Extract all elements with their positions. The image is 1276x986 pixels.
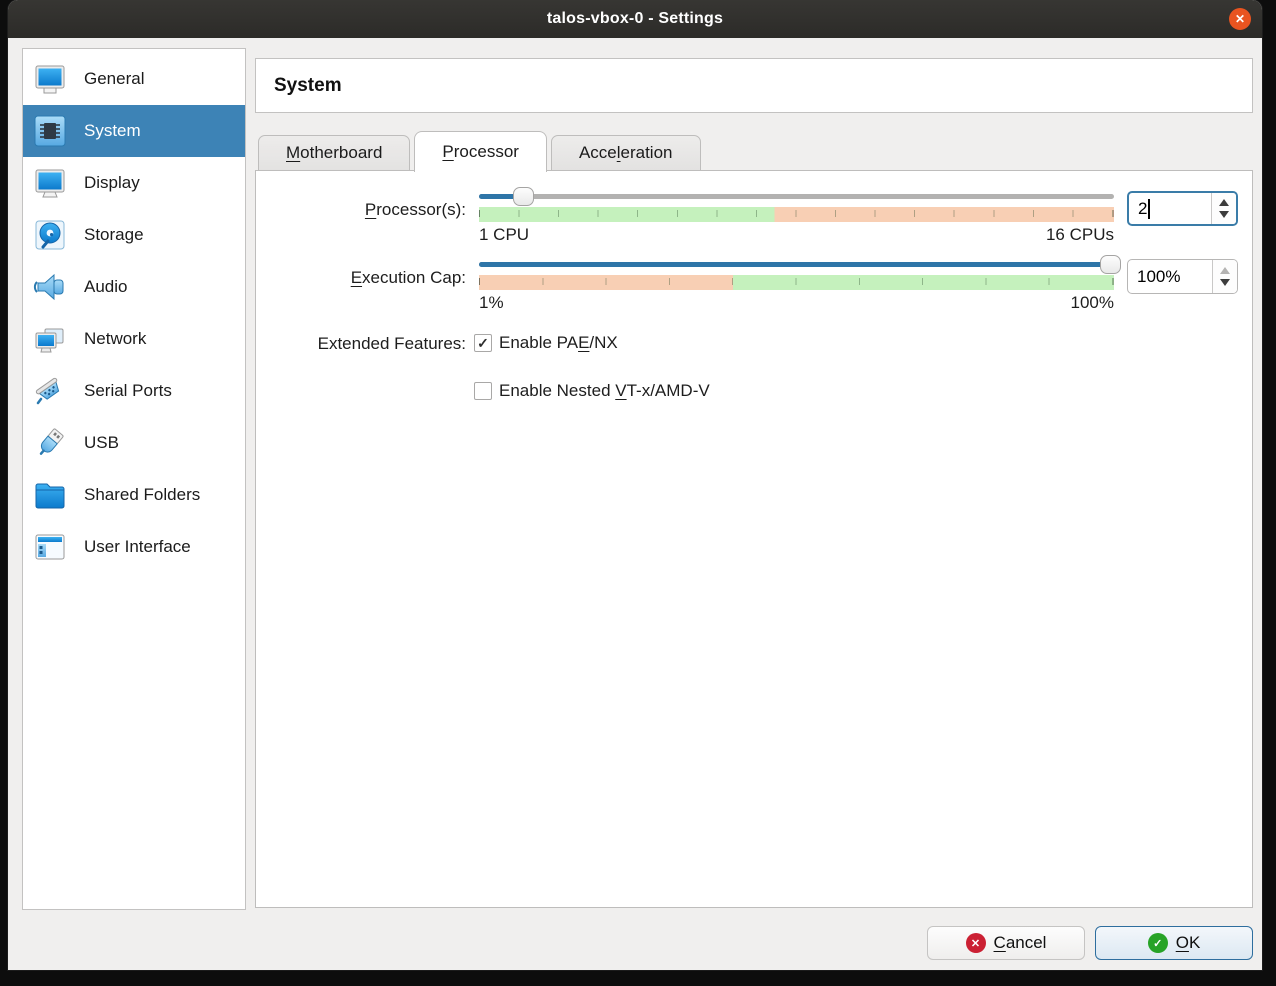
tab-acceleration[interactable]: Acceleration (551, 135, 701, 171)
usb-icon (31, 424, 69, 462)
execution-cap-max-label: 100% (1071, 293, 1114, 313)
execution-cap-minmax: 1% 100% (479, 293, 1114, 313)
cancel-button[interactable]: ✕ Cancel (927, 926, 1085, 960)
processors-label: Processor(s): (256, 200, 466, 220)
system-icon (31, 112, 69, 150)
execution-cap-spinbox-buttons (1212, 260, 1237, 293)
tab-motherboard[interactable]: Motherboard (258, 135, 410, 171)
sidebar-item-label: Shared Folders (84, 485, 200, 505)
tab-processor[interactable]: Processor (414, 131, 547, 172)
sidebar-item-label: System (84, 121, 141, 141)
sidebar-item-usb[interactable]: USB (23, 417, 245, 469)
settings-window: talos-vbox-0 - Settings ✕ General System (8, 0, 1262, 970)
processors-min-label: 1 CPU (479, 225, 529, 245)
page-title-box: System (255, 58, 1253, 113)
enable-nested-vtx-label: Enable Nested VT-x/AMD-V (499, 381, 710, 401)
sidebar-item-label: General (84, 69, 144, 89)
display-icon (31, 164, 69, 202)
processors-gauge-ticks (479, 210, 1114, 217)
user-interface-icon (31, 528, 69, 566)
spin-down-icon[interactable] (1220, 279, 1230, 286)
serial-ports-icon (31, 372, 69, 410)
processors-spinbox-input[interactable]: 2 (1129, 193, 1211, 224)
sidebar-item-audio[interactable]: Audio (23, 261, 245, 313)
execution-cap-slider-handle[interactable] (1100, 255, 1121, 274)
sidebar-item-label: Network (84, 329, 146, 349)
enable-pae-nx-label: Enable PAE/NX (499, 333, 618, 353)
sidebar-item-general[interactable]: General (23, 53, 245, 105)
audio-icon (31, 268, 69, 306)
sidebar-item-label: Audio (84, 277, 127, 297)
execution-cap-min-label: 1% (479, 293, 504, 313)
spin-up-icon[interactable] (1220, 267, 1230, 274)
sidebar-item-label: USB (84, 433, 119, 453)
window-title: talos-vbox-0 - Settings (547, 10, 723, 28)
titlebar[interactable]: talos-vbox-0 - Settings ✕ (8, 0, 1262, 38)
ok-icon: ✓ (1148, 933, 1168, 953)
processors-gauge (479, 207, 1114, 222)
sidebar-item-shared-folders[interactable]: Shared Folders (23, 469, 245, 521)
general-icon (31, 60, 69, 98)
sidebar-item-label: User Interface (84, 537, 191, 557)
processors-max-label: 16 CPUs (1046, 225, 1114, 245)
settings-category-list: General System Display Storage (22, 48, 246, 910)
execution-cap-spinbox-input[interactable]: 100% (1128, 260, 1212, 293)
sidebar-item-storage[interactable]: Storage (23, 209, 245, 261)
sidebar-item-system[interactable]: System (23, 105, 245, 157)
execution-cap-spinbox[interactable]: 100% (1127, 259, 1238, 294)
execution-cap-label: Execution Cap: (256, 268, 466, 288)
execution-cap-gauge (479, 275, 1114, 290)
text-cursor (1148, 199, 1150, 219)
cancel-icon: ✕ (966, 933, 986, 953)
sidebar-item-network[interactable]: Network (23, 313, 245, 365)
sidebar-item-label: Serial Ports (84, 381, 172, 401)
sidebar-item-user-interface[interactable]: User Interface (23, 521, 245, 573)
sidebar-item-display[interactable]: Display (23, 157, 245, 209)
storage-icon (31, 216, 69, 254)
spin-up-icon[interactable] (1219, 199, 1229, 206)
enable-nested-vtx-checkbox[interactable] (474, 382, 492, 400)
page-title: System (274, 75, 342, 97)
network-icon (31, 320, 69, 358)
processors-spinbox-buttons (1211, 193, 1236, 224)
dialog-body: General System Display Storage (8, 38, 1262, 970)
spin-down-icon[interactable] (1219, 211, 1229, 218)
sidebar-item-serial-ports[interactable]: Serial Ports (23, 365, 245, 417)
processors-minmax: 1 CPU 16 CPUs (479, 225, 1114, 245)
system-tabs: Motherboard Processor Acceleration (258, 130, 705, 171)
processors-slider-handle[interactable] (513, 187, 534, 206)
sidebar-item-label: Storage (84, 225, 144, 245)
execution-cap-slider[interactable] (479, 255, 1114, 274)
shared-folders-icon (31, 476, 69, 514)
processors-slider-track[interactable] (479, 194, 1114, 199)
execution-cap-slider-fill (479, 262, 1114, 267)
ok-button[interactable]: ✓ OK (1095, 926, 1253, 960)
processors-slider[interactable] (479, 187, 1114, 206)
extended-features-label: Extended Features: (256, 334, 466, 354)
execution-cap-gauge-ticks (479, 278, 1114, 285)
sidebar-item-label: Display (84, 173, 140, 193)
processors-spinbox[interactable]: 2 (1127, 191, 1238, 226)
enable-pae-nx-checkbox[interactable]: ✓ (474, 334, 492, 352)
close-icon[interactable]: ✕ (1229, 8, 1251, 30)
processor-tab-pane: Processor(s): 1 CPU 16 CPUs 2 (255, 170, 1253, 908)
